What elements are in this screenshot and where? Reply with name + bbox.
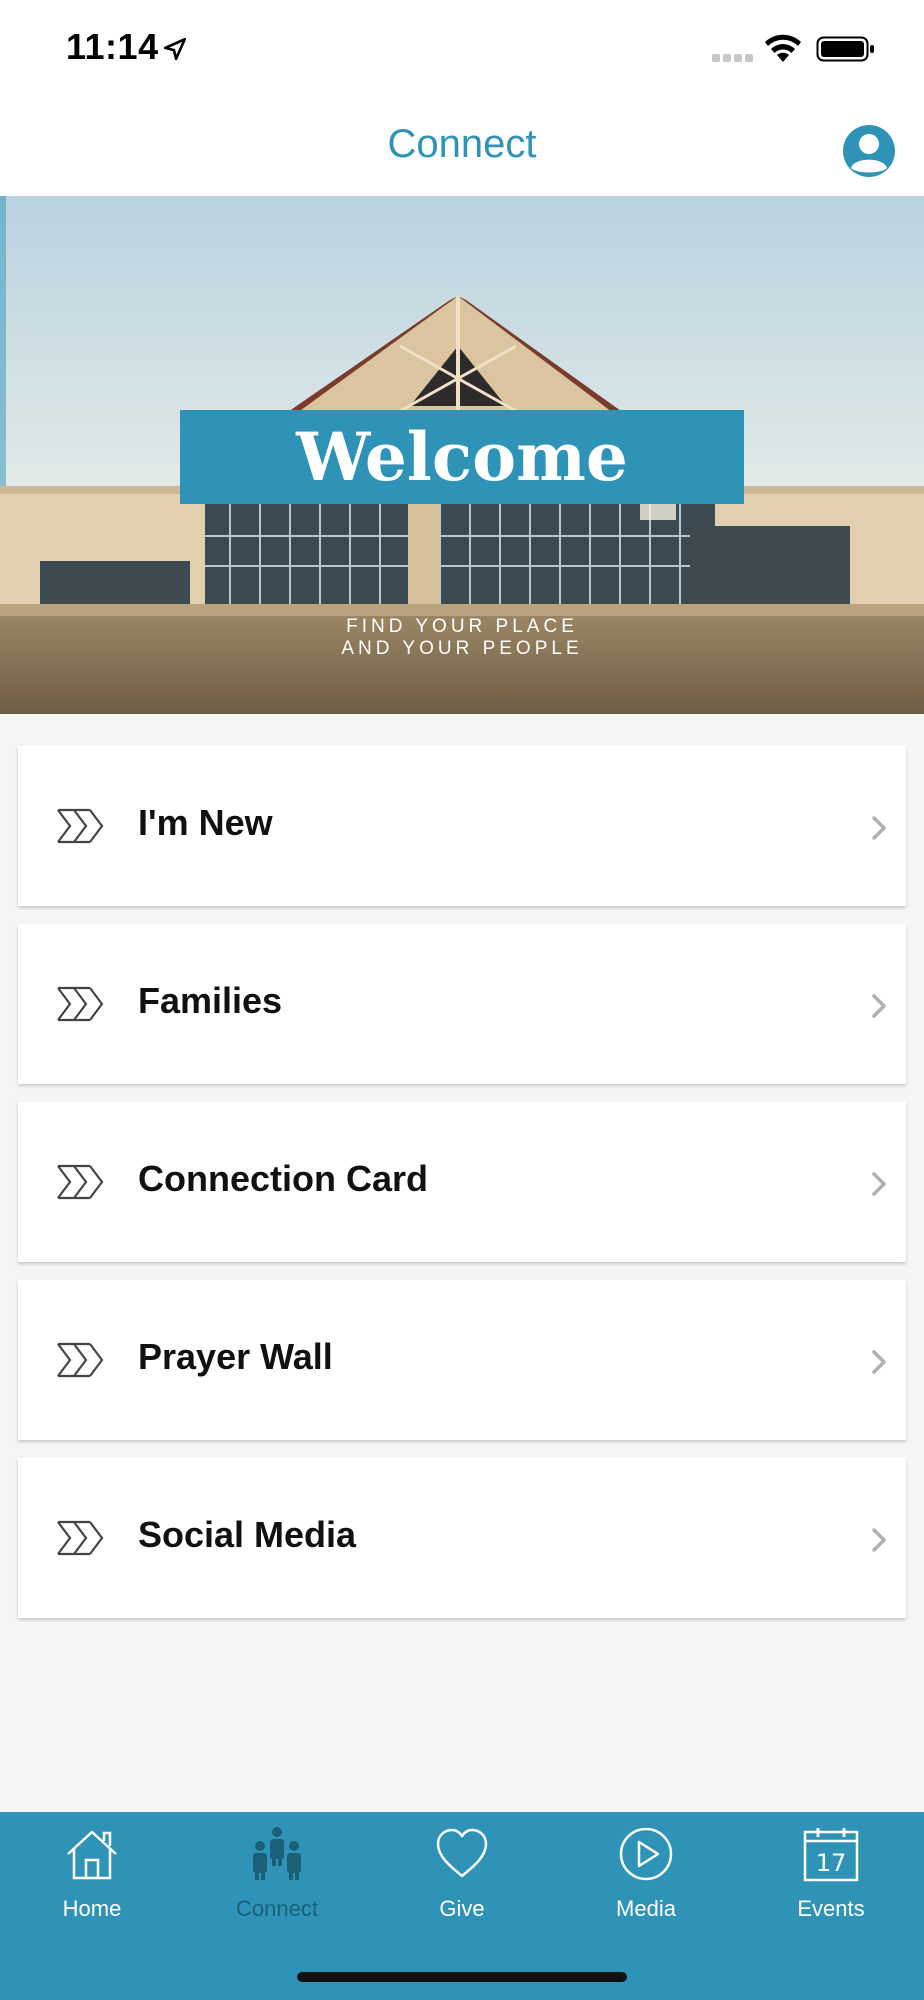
tab-media-label: Media [616,1896,676,1921]
welcome-subtitle-line1: FIND YOUR PLACE [346,616,578,637]
wifi-icon [765,34,801,62]
menu-item-label: Prayer Wall [138,1336,333,1377]
welcome-title: Welcome [296,418,628,496]
menu-item-label: Social Media [138,1514,357,1555]
triple-chevron-icon [57,1342,104,1378]
calendar-date: 17 [816,1849,847,1877]
people-icon [253,1827,301,1880]
tab-events[interactable]: 17 Events [739,1812,923,1932]
tab-home-label: Home [62,1896,122,1921]
menu-item-connection-card[interactable]: Connection Card [18,1102,906,1262]
menu-item-prayer-wall[interactable]: Prayer Wall [18,1280,906,1440]
triple-chevron-icon [57,808,104,844]
welcome-hero-image: Welcome FIND YOUR PLACE AND YOUR PEOPLE [0,196,924,714]
menu-item-im-new[interactable]: I'm New [18,746,906,906]
menu-item-label: Connection Card [138,1158,429,1199]
chevron-right-icon [872,1528,886,1552]
tab-connect[interactable]: Connect [185,1812,369,1932]
welcome-subtitle: FIND YOUR PLACE AND YOUR PEOPLE [0,616,924,660]
connect-menu-list: I'm New Families Connection Card Prayer … [18,746,906,1636]
page-title: Connect [387,122,537,166]
tab-give-label: Give [439,1896,485,1921]
menu-item-social-media[interactable]: Social Media [18,1458,906,1618]
menu-item-families[interactable]: Families [18,924,906,1084]
cellular-signal-icon [712,54,753,62]
tab-give[interactable]: Give [370,1812,554,1932]
heart-icon [436,1828,488,1878]
home-icon [67,1830,117,1880]
chevron-right-icon [872,1350,886,1374]
play-circle-icon [619,1827,673,1881]
tab-home[interactable]: Home [0,1812,184,1932]
chevron-right-icon [872,994,886,1018]
menu-item-label: Families [138,980,283,1021]
bottom-tab-bar: Home Connect Give Media 17 Events [0,1812,924,2000]
tab-media[interactable]: Media [554,1812,738,1932]
status-time: 11:14 [66,26,159,67]
status-bar: 11:14 [0,0,924,100]
triple-chevron-icon [57,1164,104,1200]
triple-chevron-icon [57,986,104,1022]
chevron-right-icon [872,816,886,840]
battery-icon [816,36,874,62]
user-avatar-icon[interactable] [842,124,896,178]
calendar-icon: 17 [803,1828,859,1882]
tab-events-label: Events [797,1896,865,1921]
triple-chevron-icon [57,1520,104,1556]
home-indicator [297,1972,627,1982]
chevron-right-icon [872,1172,886,1196]
location-arrow-icon [163,37,187,61]
menu-item-label: I'm New [138,802,273,843]
tab-connect-label: Connect [236,1896,318,1921]
welcome-subtitle-line2: AND YOUR PEOPLE [341,638,583,659]
nav-bar: Connect [0,100,924,196]
